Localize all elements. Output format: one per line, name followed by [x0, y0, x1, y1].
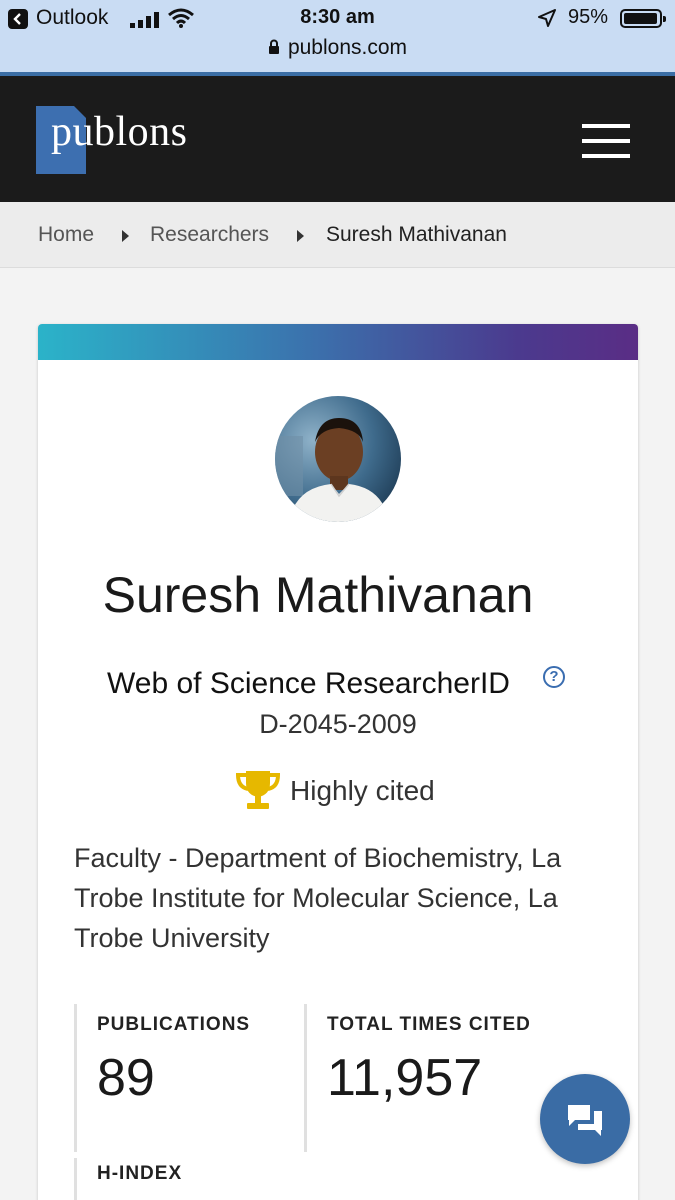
- hamburger-menu-icon[interactable]: [582, 124, 630, 158]
- chat-button[interactable]: [540, 1074, 630, 1164]
- breadcrumb: Home Researchers Suresh Mathivanan: [0, 202, 675, 268]
- highly-cited-badge: Highly cited: [290, 775, 435, 806]
- help-icon[interactable]: ?: [543, 666, 565, 688]
- h-index-stat[interactable]: H-INDEX: [74, 1158, 274, 1200]
- publons-logo[interactable]: publons: [51, 108, 188, 156]
- card-gradient-band: [38, 324, 638, 360]
- chevron-right-icon: [297, 230, 304, 242]
- publications-count: 89: [97, 1049, 155, 1107]
- chat-icon: [568, 1105, 602, 1136]
- url-text: publons.com: [287, 36, 408, 59]
- times-cited-label: TOTAL TIMES CITED: [327, 1014, 531, 1035]
- chevron-right-icon: [122, 230, 129, 242]
- battery-icon: [620, 9, 666, 28]
- lock-icon: [268, 39, 279, 54]
- affiliation: Faculty - Department of Biochemistry, La…: [74, 843, 562, 953]
- researcher-id-label: Web of Science ResearcherID: [107, 667, 510, 700]
- h-index-label: H-INDEX: [97, 1163, 183, 1184]
- researcher-name: Suresh Mathivanan: [102, 567, 534, 623]
- trophy-icon: [235, 771, 281, 809]
- researcher-id-value: D-2045-2009: [259, 709, 417, 739]
- location-icon: [538, 9, 556, 27]
- publications-label: PUBLICATIONS: [97, 1014, 251, 1035]
- breadcrumb-current: Suresh Mathivanan: [326, 223, 507, 246]
- url-bar[interactable]: publons.com: [0, 36, 675, 60]
- ios-status-bar: Outlook 8:30 am 95% publons.com: [0, 0, 675, 72]
- breadcrumb-home[interactable]: Home: [38, 223, 94, 247]
- site-header: publons: [0, 72, 675, 202]
- breadcrumb-researchers[interactable]: Researchers: [150, 223, 269, 247]
- avatar: [275, 396, 401, 522]
- battery-percent: 95%: [568, 6, 609, 28]
- researcher-profile-card: Suresh Mathivanan Web of Science Researc…: [38, 324, 638, 1200]
- publications-stat[interactable]: PUBLICATIONS 89: [74, 1004, 274, 1152]
